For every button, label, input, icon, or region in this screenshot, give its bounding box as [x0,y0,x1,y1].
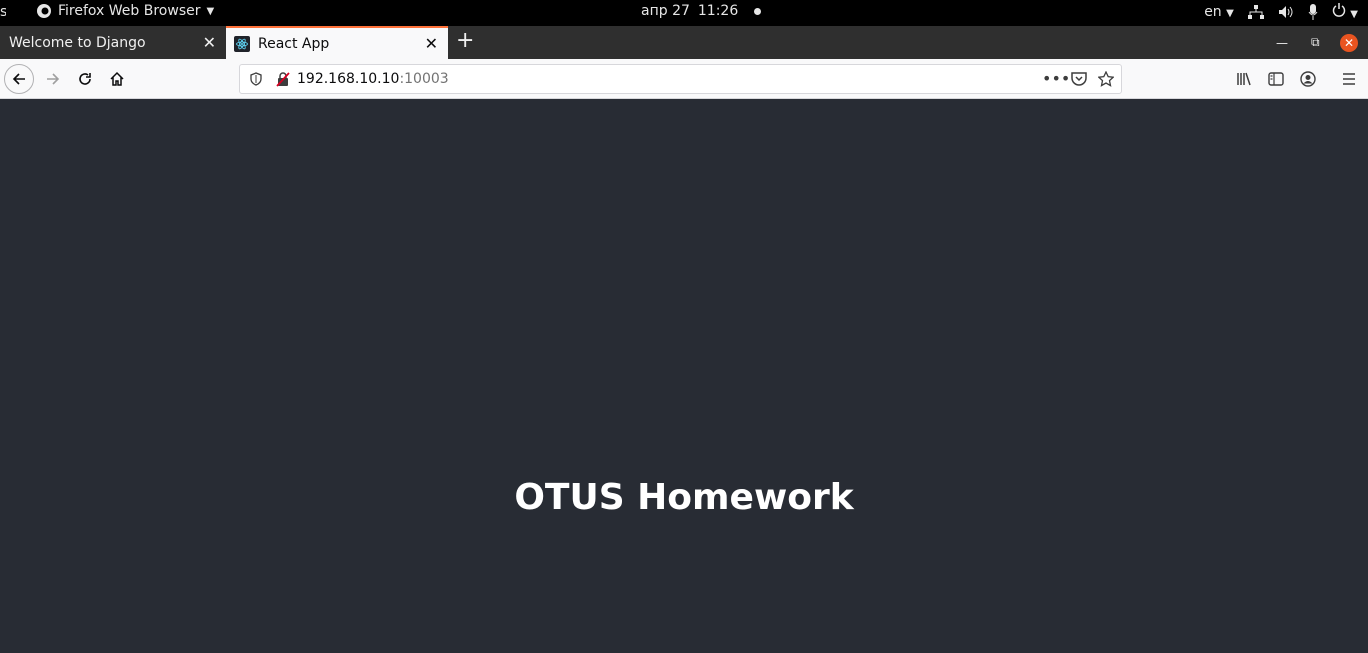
language-label: en [1204,4,1222,20]
window-close-button[interactable]: ✕ [1340,26,1358,59]
activities-button[interactable]: s [0,4,6,20]
close-icon[interactable]: ✕ [203,33,216,52]
url-host: 192.168.10.10 [297,71,400,87]
reload-icon [79,73,91,85]
close-icon: ✕ [1340,33,1358,52]
url-text: 192.168.10.10:10003 [297,71,449,87]
tracking-protection-shield-icon[interactable] [249,72,263,86]
page-content: OTUS Homework [0,99,1368,653]
hamburger-menu-icon[interactable] [1341,71,1357,87]
new-tab-button[interactable]: + [456,28,474,53]
pocket-icon[interactable] [1071,72,1087,86]
page-actions-icon[interactable]: ••• [1042,69,1070,88]
reload-button[interactable] [70,64,100,94]
app-menu[interactable]: Firefox Web Browser ▼ [36,3,214,19]
url-port: :10003 [399,71,449,87]
network-icon[interactable] [1247,5,1264,19]
chevron-down-icon: ▼ [1350,9,1358,20]
tab-strip: Welcome to Django ✕ React App ✕ + — ⧉ ✕ [0,26,1368,59]
language-indicator[interactable]: en ▼ [1204,4,1234,20]
firefox-icon [37,4,51,18]
microphone-icon[interactable] [1308,4,1318,20]
restore-button[interactable]: ⧉ [1311,26,1320,59]
notification-dot-icon [754,7,762,15]
tab-title: Welcome to Django [9,34,146,51]
time-label: 11:26 [697,3,739,19]
react-icon [234,35,250,52]
bookmark-star-icon[interactable] [1098,71,1114,87]
close-icon[interactable]: ✕ [425,34,438,53]
chevron-down-icon: ▼ [206,5,215,17]
home-icon [110,71,124,86]
arrow-left-icon [12,73,25,85]
arrow-right-icon [47,73,60,85]
chevron-down-icon: ▼ [1226,8,1234,19]
tab-title: React App [258,35,330,52]
power-menu[interactable]: ▼ [1332,3,1358,21]
navigation-toolbar: 192.168.10.10:10003 ••• [0,59,1368,99]
volume-icon[interactable] [1278,5,1294,19]
tab-react-app[interactable]: React App ✕ [226,26,448,59]
minimize-button[interactable]: — [1276,26,1288,59]
url-bar[interactable]: 192.168.10.10:10003 ••• [239,64,1122,94]
clock[interactable]: апр 27 11:26 [641,3,762,19]
home-button[interactable] [102,64,132,94]
insecure-lock-icon[interactable] [276,72,290,87]
sidebar-icon[interactable] [1268,71,1284,87]
page-heading: OTUS Homework [514,477,854,518]
library-icon[interactable] [1236,71,1252,87]
tab-welcome-to-django[interactable]: Welcome to Django ✕ [0,26,226,59]
power-icon [1332,3,1346,17]
account-icon[interactable] [1300,71,1316,87]
system-top-bar: s Firefox Web Browser ▼ апр 27 11:26 en … [0,0,1368,26]
back-button[interactable] [4,64,34,94]
app-name: Firefox Web Browser [58,3,201,19]
forward-button[interactable] [38,64,68,94]
date-label: апр 27 [641,3,690,19]
system-tray[interactable]: en ▼ ▼ [1204,3,1358,21]
